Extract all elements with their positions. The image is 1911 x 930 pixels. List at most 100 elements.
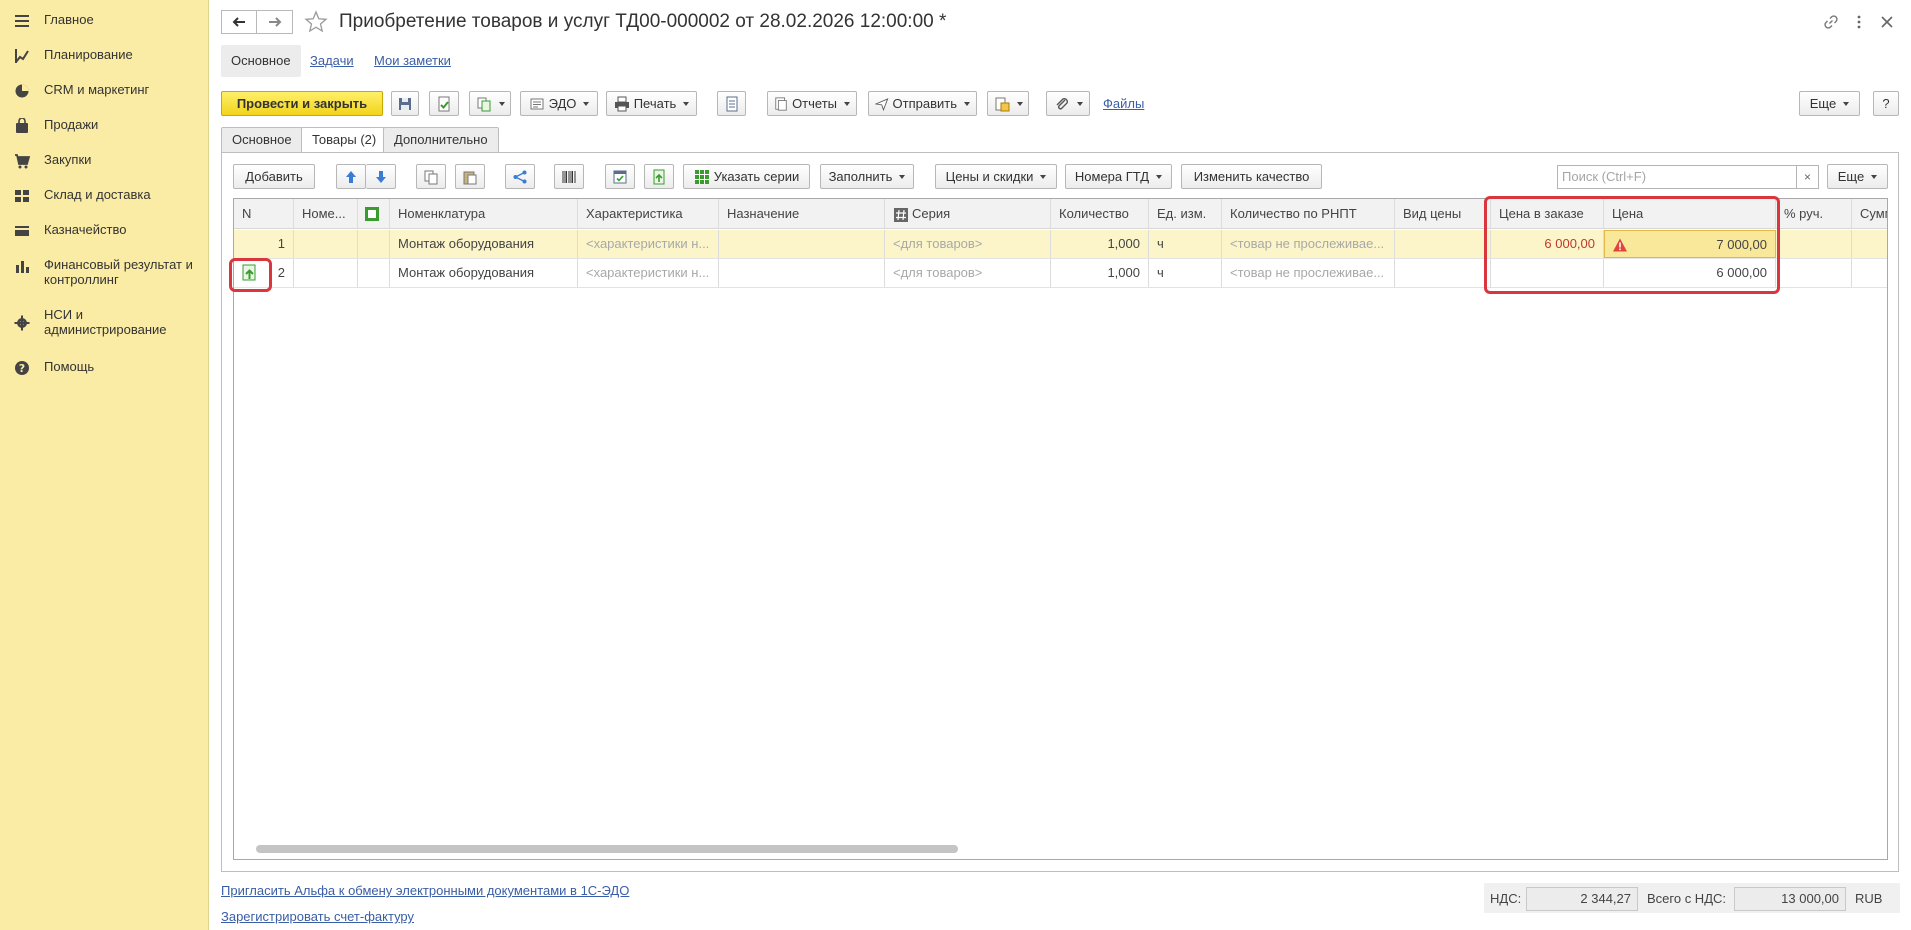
post-and-close-button[interactable]: Провести и закрыть [221, 91, 383, 116]
forward-button[interactable] [257, 10, 293, 34]
tab-main[interactable]: Основное [221, 127, 303, 153]
cell-price-type[interactable] [1395, 230, 1491, 258]
split-row-button[interactable] [505, 164, 535, 189]
link-icon[interactable] [1821, 12, 1841, 32]
grid-more-button[interactable]: Еще [1827, 164, 1888, 189]
col-purpose[interactable]: Назначение [719, 199, 885, 228]
sidebar-item-help[interactable]: ? Помощь [0, 359, 104, 376]
change-quality-button[interactable]: Изменить качество [1181, 164, 1322, 189]
col-price-type[interactable]: Вид цены [1395, 199, 1491, 228]
sidebar-item-purchases[interactable]: Закупки [0, 152, 101, 169]
send-button[interactable]: Отправить [868, 91, 977, 116]
search-clear-button[interactable]: × [1797, 165, 1819, 189]
cell-qty[interactable]: 1,000 [1051, 259, 1149, 287]
col-n[interactable]: N [234, 199, 294, 228]
sidebar-item-main[interactable]: Главное [0, 12, 104, 29]
cell-characteristic[interactable]: <характеристики н... [578, 230, 719, 258]
checklist-icon [613, 170, 627, 183]
edo-icon [530, 98, 544, 109]
subnav-main[interactable]: Основное [221, 45, 301, 77]
cell-unit[interactable]: ч [1149, 259, 1222, 287]
total-value: 13 000,00 [1734, 887, 1846, 911]
cell-purpose[interactable] [719, 259, 885, 287]
cell-n: 1 [234, 230, 294, 258]
reports-button[interactable]: Отчеты [767, 91, 857, 116]
add-row-button[interactable]: Добавить [233, 164, 315, 189]
invite-edo-link[interactable]: Пригласить Альфа к обмену электронными д… [221, 883, 629, 898]
cell-rnpt-qty[interactable]: <товар не прослеживае... [1222, 230, 1395, 258]
cell-code [294, 259, 358, 287]
cell-characteristic[interactable]: <характеристики н... [578, 259, 719, 287]
cell-qty[interactable]: 1,000 [1051, 230, 1149, 258]
col-manual-percent[interactable]: % руч. [1776, 199, 1852, 228]
favorite-star-icon[interactable] [304, 10, 328, 34]
sidebar-item-label: Склад и доставка [44, 187, 151, 202]
create-based-on-button[interactable] [469, 91, 511, 116]
cell-unit[interactable]: ч [1149, 230, 1222, 258]
col-gtd-flag[interactable] [358, 199, 390, 228]
sidebar-item-planning[interactable]: Планирование [0, 47, 143, 64]
structure-button[interactable] [717, 91, 746, 116]
select-items-button[interactable] [605, 164, 635, 189]
scrollbar-thumb[interactable] [256, 845, 958, 853]
more-vertical-icon[interactable] [1849, 12, 1869, 32]
move-up-button[interactable] [336, 164, 366, 189]
sidebar-item-admin[interactable]: НСИ и администрирование [0, 307, 194, 337]
barcode-button[interactable] [554, 164, 584, 189]
sidebar: Главное Планирование CRM и маркетинг Про… [0, 0, 209, 930]
cell-price-type[interactable] [1395, 259, 1491, 287]
copy-row-button[interactable] [416, 164, 446, 189]
col-code[interactable]: Номе... [294, 199, 358, 228]
edo-button[interactable]: ЭДО [520, 91, 598, 116]
move-down-button[interactable] [366, 164, 396, 189]
sidebar-item-treasury[interactable]: Казначейство [0, 222, 136, 239]
sidebar-item-label: Помощь [44, 359, 95, 374]
print-button[interactable]: Печать [606, 91, 697, 116]
sidebar-item-crm[interactable]: CRM и маркетинг [0, 82, 159, 99]
cell-nomenclature[interactable]: Монтаж оборудования [390, 230, 578, 258]
subnav-notes[interactable]: Мои заметки [374, 45, 451, 77]
attach-document-button[interactable] [987, 91, 1029, 116]
sidebar-item-sales[interactable]: Продажи [0, 117, 108, 134]
search-input[interactable]: Поиск (Ctrl+F) [1557, 165, 1797, 189]
post-button[interactable] [429, 91, 459, 116]
gtd-numbers-button[interactable]: Номера ГТД [1065, 164, 1172, 189]
more-button[interactable]: Еще [1799, 91, 1860, 116]
printer-icon [614, 96, 629, 111]
fill-button[interactable]: Заполнить [820, 164, 914, 189]
col-sum[interactable]: Сумм [1852, 199, 1887, 228]
gtd-flag-icon [365, 207, 379, 221]
sidebar-item-label: НСИ и администрирование [44, 307, 167, 337]
subnav-tasks[interactable]: Задачи [310, 45, 354, 77]
col-characteristic[interactable]: Характеристика [578, 199, 719, 228]
cell-series[interactable]: <для товаров> [885, 259, 1051, 287]
cell-rnpt-qty[interactable]: <товар не прослеживае... [1222, 259, 1395, 287]
files-link[interactable]: Файлы [1103, 91, 1144, 116]
save-button[interactable] [391, 91, 419, 116]
specify-series-button[interactable]: Указать серии [683, 164, 810, 189]
cell-series[interactable]: <для товаров> [885, 230, 1051, 258]
help-button[interactable]: ? [1873, 91, 1899, 116]
goods-table[interactable]: N Номе... Номенклатура Характеристика На… [233, 198, 1888, 860]
horizontal-scrollbar[interactable] [244, 845, 1874, 853]
cell-nomenclature[interactable]: Монтаж оборудования [390, 259, 578, 287]
paste-button[interactable] [455, 164, 485, 189]
prices-discounts-button[interactable]: Цены и скидки [935, 164, 1057, 189]
close-icon[interactable] [1877, 12, 1897, 32]
col-rnpt-qty[interactable]: Количество по РНПТ [1222, 199, 1395, 228]
col-unit[interactable]: Ед. изм. [1149, 199, 1222, 228]
tab-goods[interactable]: Товары (2) [301, 127, 388, 153]
sidebar-item-warehouse[interactable]: Склад и доставка [0, 187, 161, 204]
col-qty[interactable]: Количество [1051, 199, 1149, 228]
sidebar-item-finance[interactable]: Финансовый результат и контроллинг [0, 257, 214, 287]
sidebar-item-label: Главное [44, 12, 94, 27]
back-button[interactable] [221, 10, 257, 34]
register-invoice-link[interactable]: Зарегистрировать счет-фактуру [221, 909, 414, 924]
tab-additional[interactable]: Дополнительно [383, 127, 499, 153]
col-nomenclature[interactable]: Номенклатура [390, 199, 578, 228]
cell-purpose[interactable] [719, 230, 885, 258]
cell-code [294, 230, 358, 258]
col-series[interactable]: Серия [885, 199, 1051, 228]
fill-from-order-button[interactable] [644, 164, 674, 189]
attachments-button[interactable] [1046, 91, 1090, 116]
